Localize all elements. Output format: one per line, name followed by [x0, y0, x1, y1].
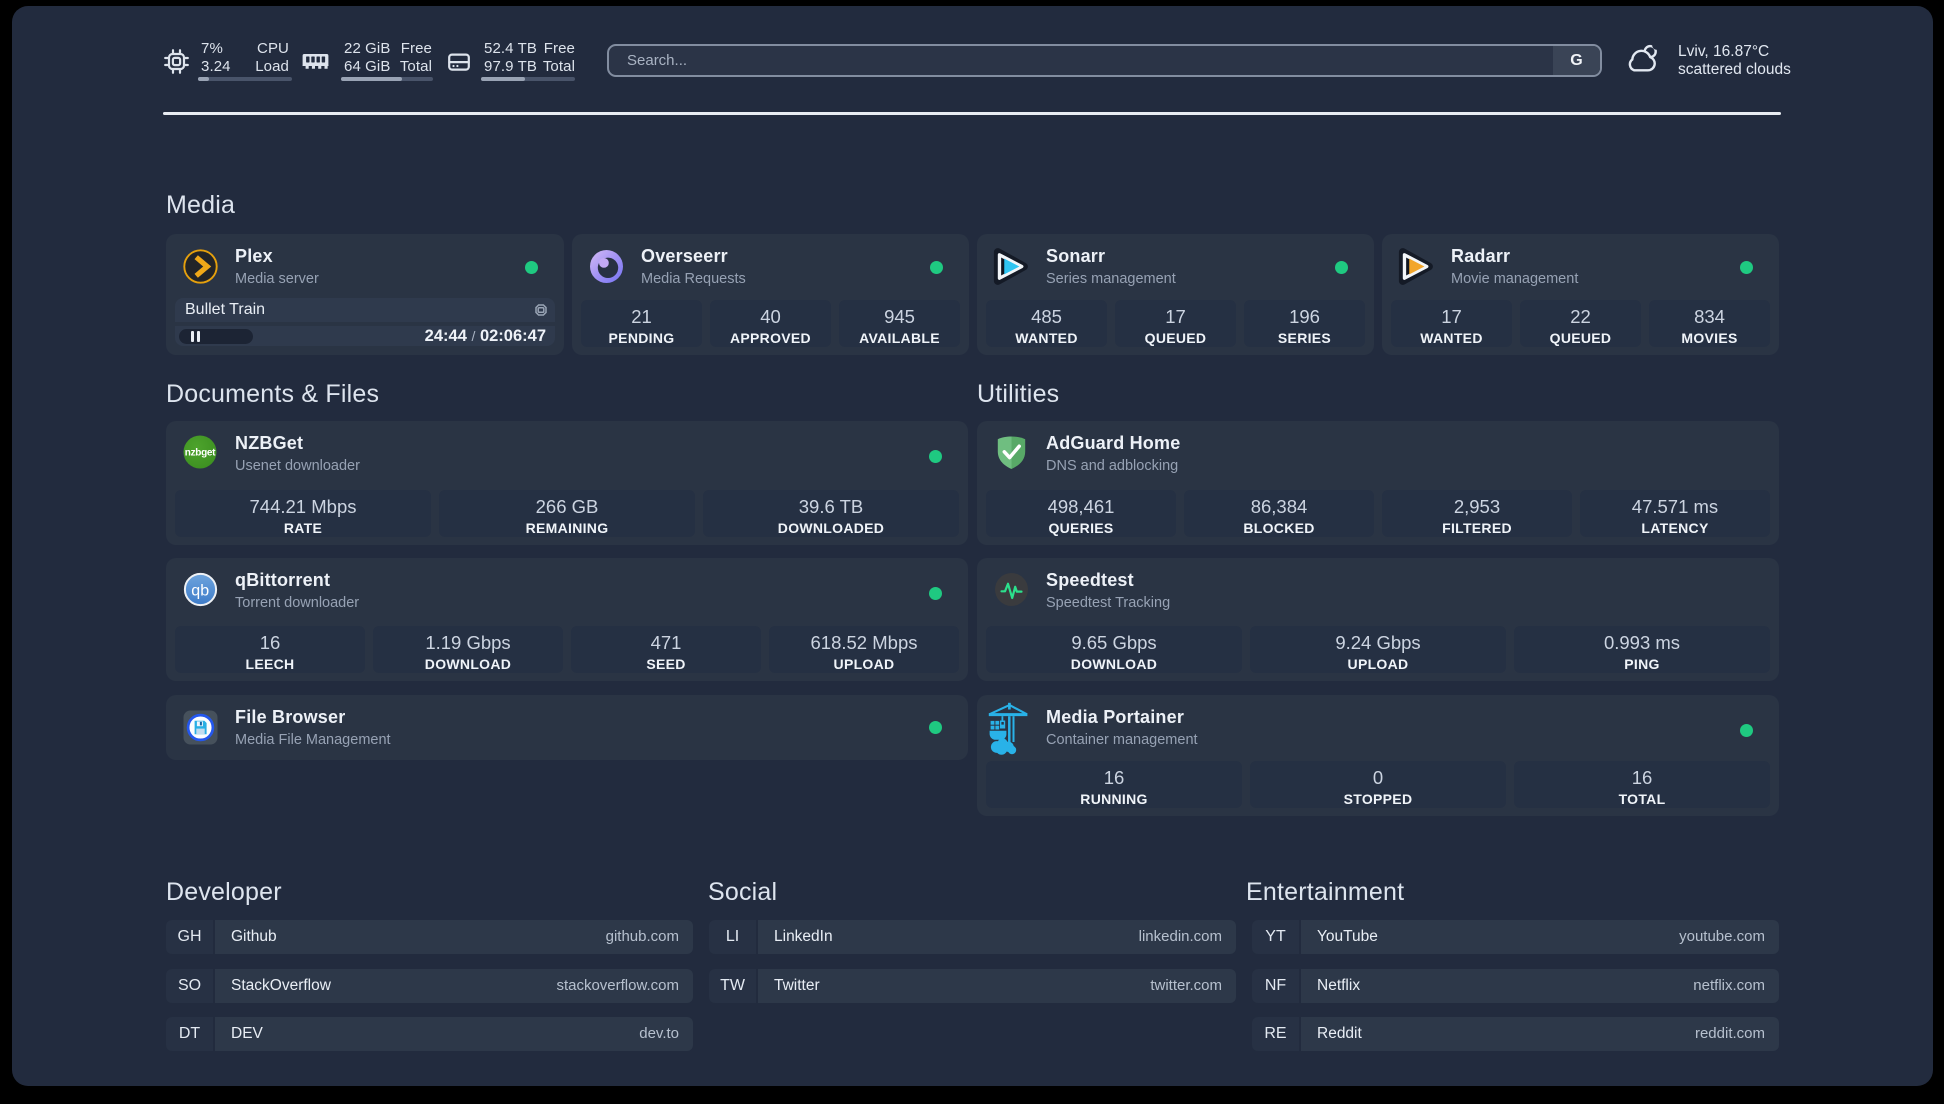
svg-text:qb: qb [191, 583, 209, 600]
svg-text:nzbget: nzbget [185, 448, 216, 459]
